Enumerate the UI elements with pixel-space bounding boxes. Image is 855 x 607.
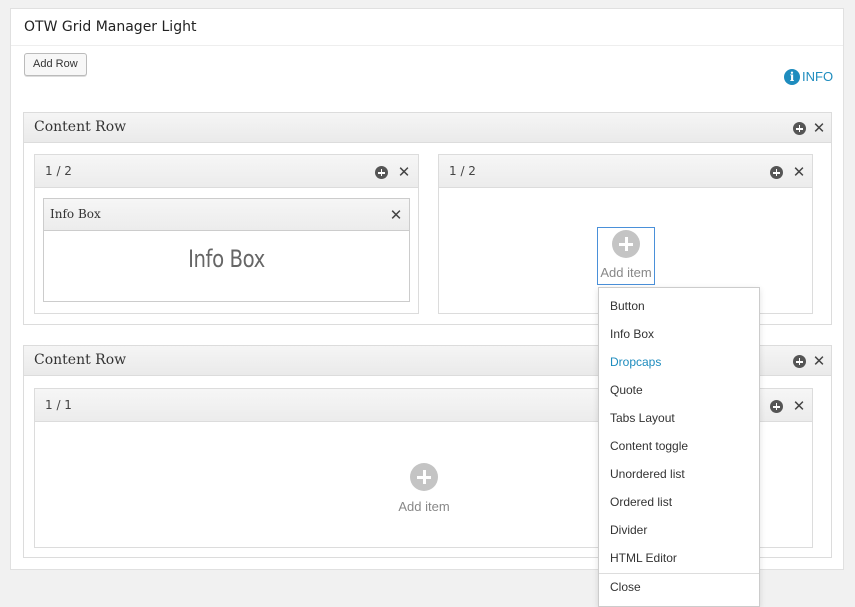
menu-item-button[interactable]: Button — [599, 292, 759, 320]
column: 1 / 2 ✕ Info Box ✕ Info Box — [34, 154, 419, 314]
panel-title: OTW Grid Manager Light — [11, 9, 843, 46]
add-item-icon[interactable] — [770, 166, 783, 179]
item-header: Info Box ✕ — [44, 199, 409, 231]
info-link[interactable]: i INFO — [784, 68, 833, 86]
column-title: 1 / 1 — [45, 398, 72, 412]
plus-circle-icon — [612, 230, 640, 258]
column-title: 1 / 2 — [45, 164, 72, 178]
item-preview: Info Box — [188, 245, 265, 273]
add-item-label: Add item — [398, 499, 450, 514]
row-title: Content Row — [34, 352, 127, 368]
remove-column-icon[interactable]: ✕ — [792, 399, 806, 414]
info-circle-icon: i — [784, 69, 800, 85]
column-title: 1 / 2 — [449, 164, 476, 178]
column-header: 1 / 2 ✕ — [35, 155, 418, 188]
menu-item-divider[interactable]: Divider — [599, 516, 759, 544]
menu-item-info-box[interactable]: Info Box — [599, 320, 759, 348]
add-item-menu: Button Info Box Dropcaps Quote Tabs Layo… — [598, 287, 760, 607]
menu-item-unordered-list[interactable]: Unordered list — [599, 460, 759, 488]
add-column-icon[interactable] — [793, 355, 806, 368]
remove-item-icon[interactable]: ✕ — [389, 208, 403, 223]
item-title: Info Box — [50, 207, 101, 221]
row-header: Content Row ✕ — [24, 113, 831, 143]
info-label: INFO — [802, 69, 834, 84]
menu-item-quote[interactable]: Quote — [599, 376, 759, 404]
add-item-icon[interactable] — [770, 400, 783, 413]
menu-item-html-editor[interactable]: HTML Editor — [599, 544, 759, 572]
add-item-button[interactable]: Add item — [384, 463, 464, 514]
info-box-item[interactable]: Info Box ✕ Info Box — [43, 198, 410, 302]
menu-item-ordered-list[interactable]: Ordered list — [599, 488, 759, 516]
remove-row-icon[interactable]: ✕ — [812, 354, 826, 369]
add-row-button[interactable]: Add Row — [24, 53, 87, 76]
column-header: 1 / 2 ✕ — [439, 155, 812, 188]
remove-row-icon[interactable]: ✕ — [812, 121, 826, 136]
add-item-button[interactable]: Add item — [597, 227, 655, 285]
add-item-label: Add item — [600, 265, 652, 280]
menu-item-content-toggle[interactable]: Content toggle — [599, 432, 759, 460]
menu-item-tabs-layout[interactable]: Tabs Layout — [599, 404, 759, 432]
row-title: Content Row — [34, 119, 127, 135]
menu-item-dropcaps[interactable]: Dropcaps — [599, 348, 759, 376]
add-item-icon[interactable] — [375, 166, 388, 179]
remove-column-icon[interactable]: ✕ — [397, 165, 411, 180]
add-column-icon[interactable] — [793, 122, 806, 135]
plus-circle-icon — [410, 463, 438, 491]
remove-column-icon[interactable]: ✕ — [792, 165, 806, 180]
